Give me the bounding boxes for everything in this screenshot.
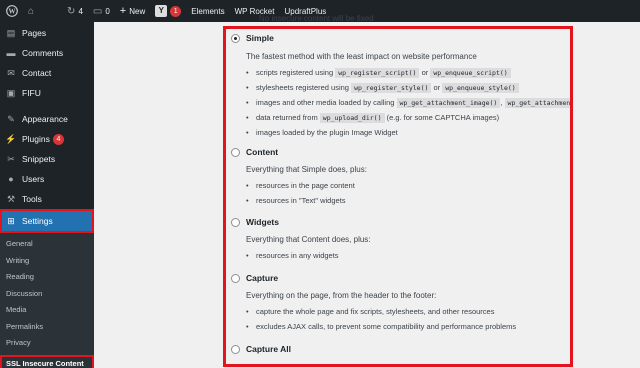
sidebar-item-fifu[interactable]: ▣ FIFU	[0, 83, 94, 103]
sidebar-item-label: Appearance	[22, 114, 68, 124]
list-item: resources in any widgets	[246, 249, 566, 264]
pages-icon: ▤	[6, 27, 16, 38]
settings-submenu: General Writing Reading Discussion Media…	[0, 233, 94, 368]
sidebar-item-contact[interactable]: ✉ Contact	[0, 63, 94, 83]
wp-logo-menu[interactable]: W	[0, 0, 23, 22]
option-item-list: resources in the page content resources …	[246, 179, 566, 209]
fix-level-note: No insecure content will be fixed	[259, 14, 374, 23]
sidebar-item-plugins[interactable]: ⚡ Plugins 4	[0, 129, 94, 149]
plus-icon: +	[119, 5, 127, 17]
refresh-icon: ↻	[67, 5, 76, 17]
option-item-list: resources in any widgets	[246, 249, 566, 264]
contact-icon: ✉	[7, 67, 15, 78]
option-title: Widgets	[246, 217, 279, 227]
option-simple: Simple The fastest method with the least…	[231, 32, 570, 141]
users-icon: ●	[8, 174, 14, 184]
sidebar-item-comments[interactable]: ▬ Comments	[0, 43, 94, 63]
option-item-list: capture the whole page and fix scripts, …	[246, 305, 566, 335]
option-title: Capture	[246, 273, 279, 283]
new-label: New	[129, 6, 146, 16]
snippets-icon: ✂	[7, 153, 15, 164]
sidebar-item-label: Pages	[22, 28, 47, 38]
comments-count: 0	[105, 6, 110, 16]
option-title: Simple	[246, 33, 274, 43]
sidebar-item-label: FIFU	[22, 88, 41, 98]
admin-sidebar: ▤ Pages ▬ Comments ✉ Contact ▣ FIFU ✎ Appeara…	[0, 22, 94, 368]
radio-content[interactable]	[231, 147, 240, 157]
option-description: The fastest method with the least impact…	[246, 52, 477, 61]
list-item: resources in the page content	[246, 179, 566, 194]
list-item: data returned from wp_upload_dir() (e.g.…	[246, 111, 566, 126]
comment-bubble-icon: ▭	[92, 5, 103, 17]
comments-menu[interactable]: ▭ 0	[88, 0, 115, 22]
submenu-item-reading[interactable]: Reading	[0, 269, 94, 286]
option-content: Content Everything that Simple does, plu…	[231, 146, 566, 209]
submenu-item-media[interactable]: Media	[0, 302, 94, 319]
option-capture-all: Capture All	[231, 343, 566, 355]
sidebar-item-label: Comments	[22, 48, 64, 58]
adminbar-item-elements[interactable]: Elements	[186, 0, 229, 22]
list-item: resources in "Text" widgets	[246, 194, 566, 209]
option-capture: Capture Everything on the page, from the…	[231, 272, 566, 335]
sidebar-item-snippets[interactable]: ✂ Snippets	[0, 149, 94, 169]
comments-icon: ▬	[6, 48, 16, 58]
yoast-badge: 1	[170, 5, 182, 17]
plugins-icon: ⚡	[5, 133, 17, 144]
sidebar-item-pages[interactable]: ▤ Pages	[0, 23, 94, 43]
submenu-item-permalinks[interactable]: Permalinks	[0, 319, 94, 336]
option-description: Everything that Content does, plus:	[246, 235, 371, 244]
home-icon: ⌂	[28, 5, 35, 17]
option-title: Capture All	[246, 344, 292, 354]
option-item-list: scripts registered using wp_register_scr…	[246, 66, 570, 141]
sidebar-item-label: Contact	[22, 68, 52, 78]
submenu-item-discussion[interactable]: Discussion	[0, 286, 94, 303]
updates-menu[interactable]: ↻ 4	[62, 0, 88, 22]
fix-level-options-panel: Simple The fastest method with the least…	[223, 26, 573, 367]
submenu-item-privacy[interactable]: Privacy	[0, 335, 94, 352]
list-item: images and other media loaded by calling…	[246, 96, 570, 111]
radio-capture[interactable]	[231, 273, 240, 283]
yoast-menu[interactable]: Y 1	[150, 0, 186, 22]
sidebar-item-settings[interactable]: ⊞ Settings	[0, 209, 94, 233]
site-home-menu[interactable]: ⌂	[23, 0, 42, 22]
sidebar-item-label: Settings	[22, 216, 53, 226]
list-item: stylesheets registered using wp_register…	[246, 81, 566, 96]
appearance-icon: ✎	[7, 113, 15, 124]
submenu-item-writing[interactable]: Writing	[0, 253, 94, 270]
new-content-menu[interactable]: + New	[115, 0, 150, 22]
option-description: Everything that Simple does, plus:	[246, 165, 367, 174]
yoast-icon: Y	[155, 5, 168, 17]
sidebar-item-label: Snippets	[22, 154, 56, 164]
sidebar-item-users[interactable]: ● Users	[0, 169, 94, 189]
plugins-badge: 4	[52, 133, 64, 145]
settings-icon: ⊞	[7, 215, 15, 226]
radio-simple[interactable]	[231, 33, 240, 43]
sidebar-item-label: Plugins	[22, 134, 50, 144]
sidebar-item-label: Users	[22, 174, 45, 184]
submenu-item-general[interactable]: General	[0, 236, 94, 253]
sidebar-item-label: Tools	[22, 194, 42, 204]
option-title: Content	[246, 147, 279, 157]
sidebar-item-tools[interactable]: ⚒ Tools	[0, 189, 94, 209]
radio-capture-all[interactable]	[231, 344, 240, 354]
fifu-icon: ▣	[6, 87, 16, 98]
list-item: images loaded by the plugin Image Widget	[246, 126, 566, 141]
tools-icon: ⚒	[6, 193, 16, 204]
updates-count: 4	[78, 6, 83, 16]
option-widgets: Widgets Everything that Content does, pl…	[231, 216, 566, 264]
list-item: excludes AJAX calls, to prevent some com…	[246, 320, 566, 335]
option-description: Everything on the page, from the header …	[246, 291, 437, 300]
svg-text:W: W	[9, 8, 16, 16]
list-item: scripts registered using wp_register_scr…	[246, 66, 566, 81]
list-item: capture the whole page and fix scripts, …	[246, 305, 566, 320]
submenu-item-ssl-insecure-content[interactable]: SSL Insecure Content	[0, 354, 94, 368]
radio-widgets[interactable]	[231, 217, 240, 227]
wordpress-icon: W	[6, 5, 18, 17]
sidebar-item-appearance[interactable]: ✎ Appearance	[0, 109, 94, 129]
